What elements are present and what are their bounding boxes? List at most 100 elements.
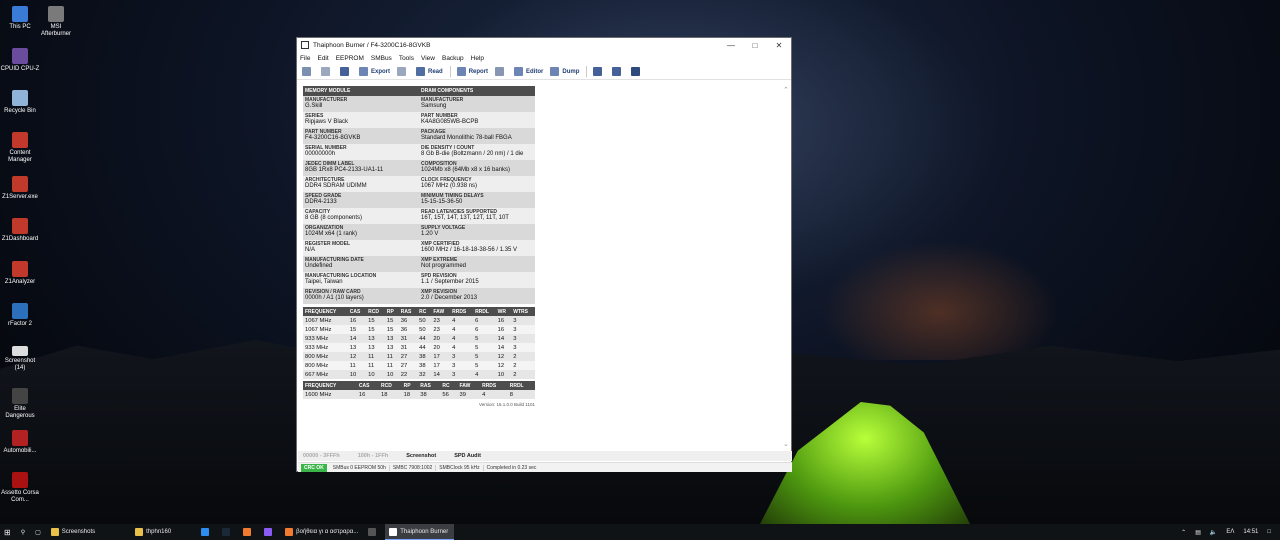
xmp-header-cell: FREQUENCY [303, 381, 357, 390]
spec-value: 8GB 1Rx8 PC4-2133-UA1-11 [305, 167, 384, 173]
open-button[interactable] [321, 67, 333, 76]
jedec-cell: 6 [473, 316, 496, 325]
taskbar-pinned-app[interactable] [260, 524, 281, 540]
spec-header-row: MEMORY MODULE DRAM COMPONENTS [303, 86, 535, 96]
desktop-icon-recycle-bin[interactable]: Recycle Bin [0, 90, 40, 115]
desktop-icon-msi-afterburner[interactable]: MSI Afterburner [36, 6, 76, 38]
maximize-button[interactable]: □ [743, 41, 767, 50]
jedec-cell: 15 [366, 325, 385, 334]
jedec-cell: 13 [384, 343, 399, 352]
desktop-icon-label: Z1Server.exe [2, 194, 38, 200]
desktop-icon-z1server[interactable]: Z1Server.exe [0, 176, 40, 201]
menu-view[interactable]: View [421, 55, 435, 62]
tab-hex-range-2[interactable]: 100h - 1FFh [358, 453, 389, 459]
info-icon [612, 67, 622, 76]
minimize-button[interactable]: — [719, 41, 743, 50]
menu-eeprom[interactable]: EEPROM [336, 55, 364, 62]
taskbar-item-browser[interactable]: βοήθεια γι α αστραρα... [281, 524, 364, 540]
volume-icon[interactable]: 🔈 [1210, 529, 1217, 536]
save-button[interactable] [340, 67, 352, 76]
taskbar-pinned-firefox[interactable] [239, 524, 260, 540]
taskbar-item-thphn160[interactable]: thphn160 [131, 524, 177, 540]
menu-bar: File Edit EEPROM SMBus Tools View Backup… [297, 52, 791, 64]
desktop-icon-z1analyzer[interactable]: Z1Analyzer [0, 261, 40, 286]
taskbar-pinned-steam[interactable] [218, 524, 239, 540]
jedec-cell: 1067 MHz [303, 325, 348, 334]
taskbar-pinned-misc[interactable] [364, 524, 385, 540]
desktop-icon-this-pc[interactable]: This PC [0, 6, 40, 31]
jedec-cell: 16 [495, 325, 512, 334]
spec-value: DDR4 SDRAM UDIMM [305, 183, 367, 189]
status-completed: Completed in 0.23 sec [486, 464, 537, 471]
editor-button[interactable]: Editor [514, 67, 543, 76]
tab-screenshot[interactable]: Screenshot [406, 453, 436, 459]
xmp-header-cell: RRDS [480, 381, 508, 390]
desktop-icon-elite-dangerous[interactable]: Elite Dangerous [0, 388, 40, 420]
jedec-cell: 15 [384, 316, 399, 325]
notifications-icon[interactable]: □ [1267, 529, 1271, 535]
menu-smbus[interactable]: SMBus [371, 55, 392, 62]
read-icon [416, 67, 426, 76]
spec-value: Standard Monolithic 78-ball FBGA [421, 135, 512, 141]
jedec-cell: 1067 MHz [303, 316, 348, 325]
desktop-icon-screenshot[interactable]: Screenshot (14) [0, 346, 40, 372]
print-button[interactable] [397, 67, 409, 76]
taskbar-item-label: Thaiphoon Burner [400, 528, 449, 535]
menu-file[interactable]: File [300, 55, 310, 62]
desktop-icon-automobilista[interactable]: Automobili... [0, 430, 40, 455]
scroll-down-arrow[interactable]: ⌄ [783, 440, 789, 448]
tools-button[interactable] [495, 67, 507, 76]
language-indicator[interactable]: ΕΛ [1226, 529, 1234, 535]
chip-button[interactable] [631, 67, 643, 76]
jedec-cell: 22 [398, 370, 418, 379]
chevron-up-icon[interactable]: ⌃ [1181, 529, 1186, 536]
taskview-button[interactable]: ▢ [31, 524, 47, 540]
info-button[interactable] [612, 67, 624, 76]
report-button[interactable]: Report [456, 67, 489, 76]
title-bar[interactable]: Thaiphoon Burner / F4-3200C16-8GVKB — □ … [297, 38, 791, 52]
jedec-cell: 3 [511, 316, 535, 325]
module-cell: PART NUMBER F4-3200C16-8GVKB [303, 128, 419, 144]
read-button[interactable]: Read [416, 67, 443, 76]
spec-value: 0000h / A1 (10 layers) [305, 295, 364, 301]
menu-help[interactable]: Help [471, 55, 484, 62]
desktop-icon-rfactor2[interactable]: rFactor 2 [0, 303, 40, 328]
dram-components-header: DRAM COMPONENTS [419, 86, 535, 96]
desktop-icon-content-manager[interactable]: Content Manager [0, 132, 40, 164]
status-smbc: SMBC 7908:1002 [390, 464, 437, 471]
module-cell: MANUFACTURING LOCATION Taipei, Taiwan [303, 272, 419, 288]
refresh-button[interactable] [302, 67, 314, 76]
taskbar-item-screenshots[interactable]: Screenshots [47, 524, 101, 540]
open-icon [321, 67, 330, 76]
close-button[interactable]: ✕ [767, 41, 791, 50]
menu-edit[interactable]: Edit [317, 55, 328, 62]
spec-value: 1067 MHz (0.938 ns) [421, 183, 478, 189]
desktop-icon-z1dashboard[interactable]: Z1Dashboard [0, 218, 40, 243]
scroll-up-arrow[interactable]: ⌃ [783, 86, 789, 94]
menu-backup[interactable]: Backup [442, 55, 464, 62]
taskbar-pinned-edge[interactable] [197, 524, 218, 540]
desktop-icon-assetto-corsa[interactable]: Assetto Corsa Com... [0, 472, 40, 504]
spec-value: 16T, 15T, 14T, 13T, 12T, 11T, 10T [421, 215, 509, 221]
tab-spd-audit[interactable]: SPD Audit [454, 453, 481, 459]
report-label: Report [468, 68, 489, 75]
settings-button[interactable] [593, 67, 605, 76]
network-icon[interactable]: ▤ [1195, 529, 1201, 536]
taskbar-item-thaiphoon[interactable]: Thaiphoon Burner [385, 524, 455, 540]
export-button[interactable]: Export [359, 67, 390, 76]
tab-hex-range-1[interactable]: 00000 - 3FFFh [298, 453, 340, 459]
desktop-icon-cpuz[interactable]: CPUID CPU-Z [0, 48, 40, 73]
start-button[interactable]: ⊞ [0, 524, 17, 540]
spec-value: 8 GB (8 components) [305, 215, 363, 221]
jedec-header-cell: FREQUENCY [303, 307, 348, 316]
dram-cell: READ LATENCIES SUPPORTED 16T, 15T, 14T, 1… [419, 208, 535, 224]
jedec-cell: 800 MHz [303, 352, 348, 361]
menu-tools[interactable]: Tools [399, 55, 414, 62]
xmp-header-cell: RAS [418, 381, 441, 390]
crc-status-badge: CRC OK [301, 463, 327, 472]
spec-value: N/A [305, 247, 316, 253]
clock[interactable]: 14:51 [1243, 529, 1258, 535]
search-button[interactable]: ⚲ [17, 524, 31, 540]
dump-button[interactable]: Dump [550, 67, 579, 76]
vertical-scrollbar[interactable]: ⌃ ⌄ [782, 84, 791, 450]
